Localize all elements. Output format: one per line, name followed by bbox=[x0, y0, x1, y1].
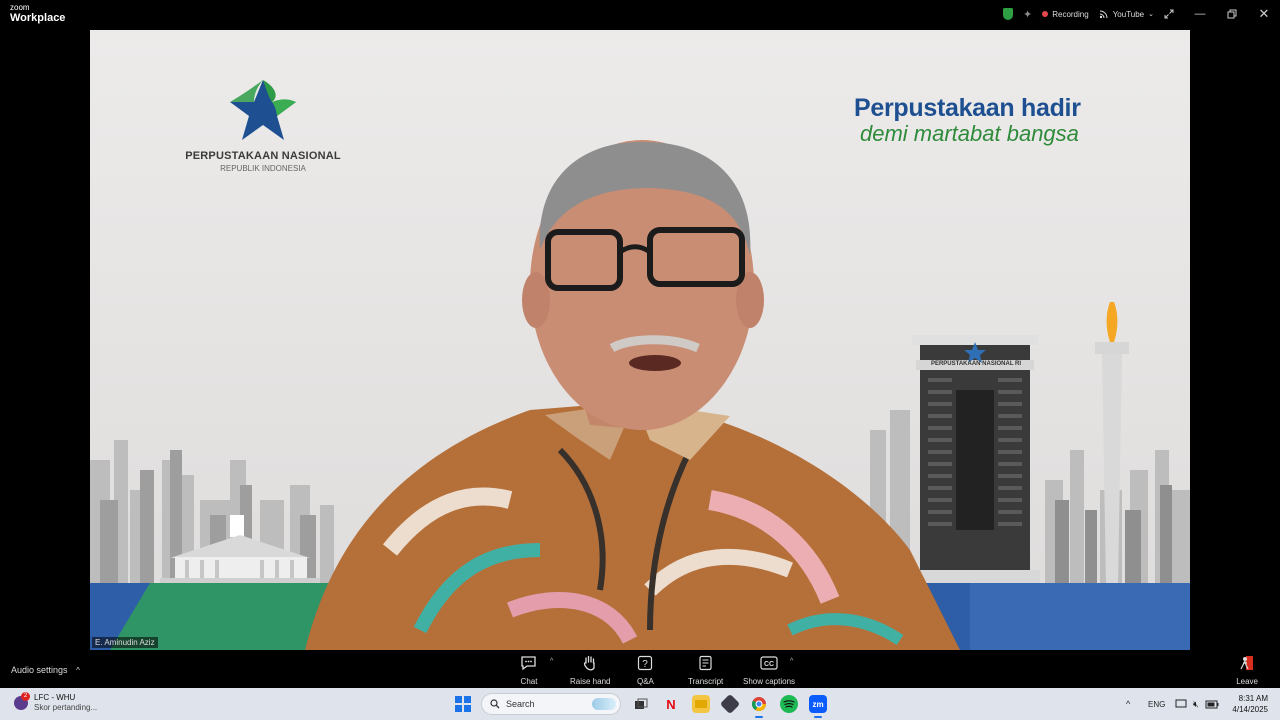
notification-badge: 2 bbox=[21, 692, 30, 701]
qa-label: Q&A bbox=[637, 677, 654, 686]
language-indicator[interactable]: ENG bbox=[1148, 688, 1165, 720]
close-icon: ✕ bbox=[1258, 6, 1270, 21]
perpusnas-logo: PERPUSTAKAAN NASIONAL REPUBLIK INDONESIA bbox=[185, 78, 341, 173]
chevron-up-icon: ^ bbox=[1126, 699, 1131, 709]
zoom-icon: zm bbox=[812, 699, 824, 709]
file-explorer-icon bbox=[695, 700, 707, 708]
svg-text:?: ? bbox=[643, 659, 649, 670]
sparkle-icon: ✦ bbox=[1023, 8, 1033, 21]
captions-options-caret[interactable]: ^ bbox=[790, 658, 793, 665]
show-captions-label: Show captions bbox=[743, 677, 796, 686]
audio-settings-label: Audio settings bbox=[11, 665, 68, 675]
logo-subtitle: REPUBLIK INDONESIA bbox=[220, 164, 306, 173]
recording-label: Recording bbox=[1052, 9, 1089, 19]
search-icon bbox=[490, 699, 500, 709]
title-bar: zoom Workplace ✦ Recording YouTube ⌄ — ✕ bbox=[0, 0, 1280, 28]
app-button[interactable] bbox=[719, 693, 741, 715]
building-sign: PERPUSTAKAAN NASIONAL RI bbox=[930, 361, 1022, 367]
search-placeholder: Search bbox=[506, 699, 535, 709]
fullscreen-button[interactable] bbox=[1164, 9, 1174, 19]
audio-settings-button[interactable]: Audio settings ^ bbox=[11, 665, 80, 675]
transcript-icon bbox=[699, 655, 712, 671]
windows-taskbar: 2 LFC - WHU Skor pertanding... Search N bbox=[0, 688, 1280, 720]
expand-icon bbox=[1164, 9, 1174, 19]
file-explorer-button[interactable] bbox=[692, 695, 710, 713]
recording-dot-icon bbox=[1042, 11, 1049, 17]
brand-small: zoom bbox=[10, 3, 30, 12]
widget-title: LFC - WHU bbox=[34, 693, 76, 702]
slogan-line-2: demi martabat bangsa bbox=[860, 121, 1079, 146]
windows-logo-icon bbox=[455, 696, 462, 703]
stream-label: YouTube bbox=[1112, 9, 1145, 19]
title-bar-right: ✦ Recording YouTube ⌄ — ✕ bbox=[1003, 0, 1280, 28]
shield-icon bbox=[1003, 8, 1013, 20]
chat-icon bbox=[521, 656, 536, 671]
show-captions-button[interactable]: CC Show captions bbox=[743, 654, 795, 686]
language-label: ENG bbox=[1148, 699, 1166, 709]
speaker-muted-icon: 🔇︎ bbox=[1193, 698, 1199, 709]
time: 8:31 AM bbox=[1238, 694, 1268, 703]
raise-hand-label: Raise hand bbox=[570, 677, 611, 686]
taskbar-search[interactable]: Search bbox=[481, 693, 621, 715]
hand-icon bbox=[584, 655, 595, 671]
chat-label: Chat bbox=[520, 677, 538, 686]
netflix-icon: N bbox=[666, 696, 676, 712]
transcript-label: Transcript bbox=[688, 677, 724, 686]
transcript-button[interactable]: Transcript bbox=[688, 654, 723, 686]
participant-name-tag: E. Aminudin Aziz bbox=[92, 637, 158, 648]
meeting-controls: Audio settings ^ Chat ^ Raise hand ? Q&A bbox=[0, 650, 1280, 688]
recording-indicator[interactable]: Recording bbox=[1042, 9, 1089, 19]
chevron-up-icon: ^ bbox=[76, 666, 80, 675]
system-tray-expand[interactable]: ^ bbox=[1126, 688, 1130, 720]
restore-icon bbox=[1227, 9, 1237, 19]
logo-title: PERPUSTAKAAN NASIONAL bbox=[185, 150, 341, 162]
restore-button[interactable] bbox=[1216, 0, 1248, 28]
date: 4/14/2025 bbox=[1232, 705, 1268, 714]
close-button[interactable]: ✕ bbox=[1248, 0, 1280, 28]
task-view-icon bbox=[635, 698, 648, 709]
display-icon bbox=[1175, 699, 1187, 708]
chrome-icon bbox=[752, 697, 766, 711]
livestream-indicator[interactable]: YouTube ⌄ bbox=[1099, 9, 1154, 19]
video-feed[interactable]: PERPUSTAKAAN NASIONAL REPUBLIK INDONESIA… bbox=[90, 30, 1190, 650]
leave-label: Leave bbox=[1236, 677, 1258, 686]
brand-big: Workplace bbox=[10, 12, 66, 24]
app-brand: zoom Workplace bbox=[10, 4, 65, 24]
start-button[interactable] bbox=[455, 696, 471, 712]
spotify-icon bbox=[783, 700, 795, 708]
raise-hand-button[interactable]: Raise hand bbox=[570, 654, 610, 686]
netflix-button[interactable]: N bbox=[662, 695, 680, 713]
network-volume-battery[interactable]: 🔇︎ bbox=[1175, 688, 1219, 720]
leave-button[interactable]: Leave bbox=[1236, 654, 1258, 686]
chrome-button[interactable] bbox=[750, 695, 768, 718]
slogan: Perpustakaan hadir demi martabat bangsa bbox=[854, 94, 1081, 147]
star-logo-icon bbox=[230, 80, 296, 140]
widget-subtitle: Skor pertanding... bbox=[34, 703, 98, 712]
minimize-button[interactable]: — bbox=[1184, 0, 1216, 28]
svg-text:CC: CC bbox=[764, 661, 774, 668]
chat-options-caret[interactable]: ^ bbox=[550, 658, 553, 665]
qa-icon: ? bbox=[638, 655, 653, 671]
minimize-icon: — bbox=[1194, 8, 1206, 20]
task-view-button[interactable] bbox=[632, 695, 650, 713]
spotify-button[interactable] bbox=[780, 695, 798, 713]
search-highlight-icon bbox=[592, 698, 616, 710]
battery-icon bbox=[1205, 700, 1219, 708]
chat-button[interactable]: Chat bbox=[520, 654, 538, 686]
slogan-line-1: Perpustakaan hadir bbox=[854, 94, 1081, 122]
qa-button[interactable]: ? Q&A bbox=[637, 654, 654, 686]
clock[interactable]: 8:31 AM 4/14/2025 bbox=[1232, 693, 1268, 715]
leave-icon bbox=[1240, 656, 1254, 670]
ai-companion-button[interactable]: ✦ bbox=[1023, 8, 1032, 21]
zoom-button[interactable]: zm bbox=[809, 695, 827, 718]
closed-captions-icon: CC bbox=[760, 656, 778, 670]
sports-widget-icon: 2 bbox=[14, 692, 30, 710]
chevron-down-icon: ⌄ bbox=[1148, 11, 1154, 18]
security-button[interactable] bbox=[1003, 8, 1013, 20]
broadcast-icon bbox=[1099, 10, 1108, 19]
sports-widget[interactable]: 2 LFC - WHU Skor pertanding... bbox=[14, 692, 98, 713]
